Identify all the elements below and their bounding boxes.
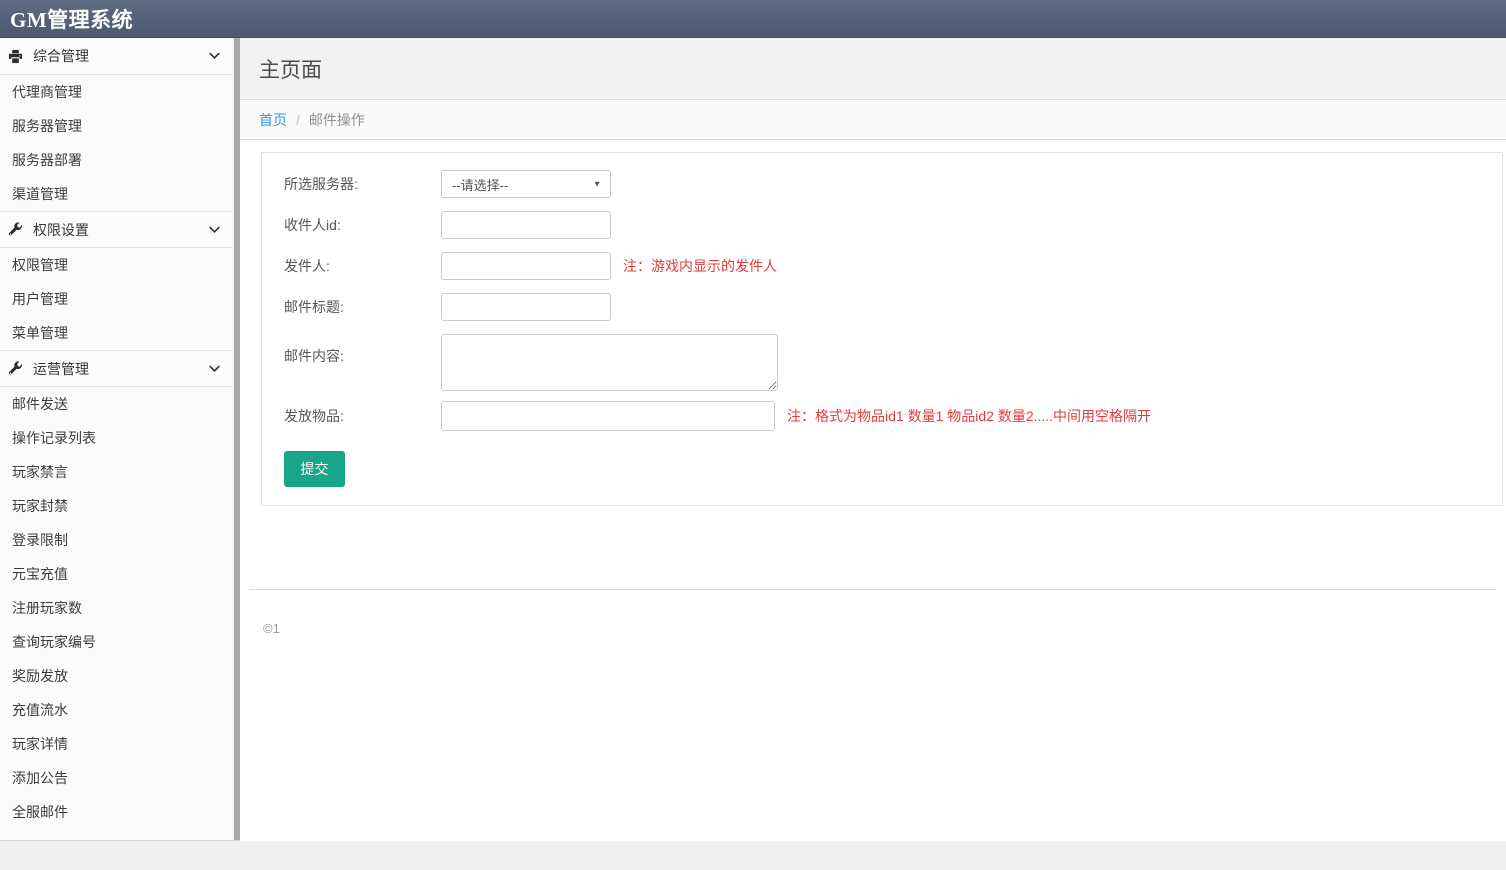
sender-label: 发件人: bbox=[284, 256, 441, 276]
print-icon bbox=[8, 49, 23, 64]
sidebar-item[interactable]: 全服邮件 bbox=[0, 795, 232, 829]
mail-title-label: 邮件标题: bbox=[284, 297, 441, 317]
main-area: 主页面 首页 / 邮件操作 所选服务器: --请选择-- ▼ 收件人id: 发件人: 注：… bbox=[240, 38, 1506, 841]
sidebar-item[interactable]: 操作记录列表 bbox=[0, 421, 232, 455]
form-rows: 所选服务器: --请选择-- ▼ 收件人id: 发件人: 注：游戏内显示的发件人邮件标题:… bbox=[284, 170, 1502, 431]
topbar: GM管理系统 bbox=[0, 0, 1506, 38]
form-row-grant-items: 发放物品: 注：格式为物品id1 数量1 物品id2 数量2.....中间用空格隔… bbox=[284, 401, 1502, 431]
page-header: 主页面 bbox=[240, 38, 1506, 100]
form-row-mail-title: 邮件标题: bbox=[284, 293, 1502, 321]
sidebar-scrollbar[interactable] bbox=[233, 38, 240, 840]
sidebar-section-header[interactable]: 权限设置 bbox=[0, 211, 232, 248]
receiver-id-label: 收件人id: bbox=[284, 215, 441, 235]
sender-note: 注：游戏内显示的发件人 bbox=[623, 256, 777, 276]
sidebar-section-items: 代理商管理服务器管理服务器部署渠道管理 bbox=[0, 75, 232, 211]
form-row-receiver-id: 收件人id: bbox=[284, 211, 1502, 239]
main-wrapper: 综合管理代理商管理服务器管理服务器部署渠道管理权限设置权限管理用户管理菜单管理运… bbox=[0, 38, 1506, 841]
grant-items-note: 注：格式为物品id1 数量1 物品id2 数量2.....中间用空格隔开 bbox=[787, 406, 1151, 426]
mail-content-label: 邮件内容: bbox=[284, 334, 441, 366]
breadcrumb-home-link[interactable]: 首页 bbox=[259, 110, 287, 130]
sidebar-item[interactable]: 玩家封禁 bbox=[0, 489, 232, 523]
sidebar-item[interactable]: 用户管理 bbox=[0, 282, 232, 316]
receiver-id[interactable] bbox=[441, 211, 611, 239]
sidebar-item[interactable]: 渠道管理 bbox=[0, 177, 232, 211]
chevron-down-icon bbox=[209, 365, 220, 373]
sidebar-item[interactable]: 邮件发送 bbox=[0, 387, 232, 421]
sidebar-section: 运营管理邮件发送操作记录列表玩家禁言玩家封禁登录限制元宝充值注册玩家数查询玩家编… bbox=[0, 350, 232, 829]
content: 所选服务器: --请选择-- ▼ 收件人id: 发件人: 注：游戏内显示的发件人邮件标题:… bbox=[240, 140, 1506, 506]
sidebar-item[interactable]: 元宝充值 bbox=[0, 557, 232, 591]
sidebar-item[interactable]: 登录限制 bbox=[0, 523, 232, 557]
sidebar-section-items: 权限管理用户管理菜单管理 bbox=[0, 248, 232, 350]
form-row-server-select: 所选服务器: --请选择-- ▼ bbox=[284, 170, 1502, 198]
mail-content[interactable] bbox=[441, 334, 778, 391]
chevron-down-icon bbox=[209, 52, 220, 60]
sidebar-item[interactable]: 注册玩家数 bbox=[0, 591, 232, 625]
sidebar-section: 权限设置权限管理用户管理菜单管理 bbox=[0, 211, 232, 350]
sender[interactable] bbox=[441, 252, 611, 280]
sidebar: 综合管理代理商管理服务器管理服务器部署渠道管理权限设置权限管理用户管理菜单管理运… bbox=[0, 38, 240, 841]
sidebar-section-header[interactable]: 综合管理 bbox=[0, 38, 232, 75]
sidebar-section-items: 邮件发送操作记录列表玩家禁言玩家封禁登录限制元宝充值注册玩家数查询玩家编号奖励发… bbox=[0, 387, 232, 829]
mail-form-panel: 所选服务器: --请选择-- ▼ 收件人id: 发件人: 注：游戏内显示的发件人邮件标题:… bbox=[261, 152, 1503, 506]
sidebar-section-label: 权限设置 bbox=[33, 220, 89, 240]
sidebar-item[interactable]: 玩家禁言 bbox=[0, 455, 232, 489]
chevron-down-icon bbox=[209, 226, 220, 234]
mail-form: 所选服务器: --请选择-- ▼ 收件人id: 发件人: 注：游戏内显示的发件人邮件标题:… bbox=[284, 170, 1502, 487]
wrench-icon bbox=[8, 222, 23, 237]
breadcrumb-current: 邮件操作 bbox=[309, 110, 365, 130]
form-row-mail-content: 邮件内容: bbox=[284, 334, 1502, 391]
breadcrumb-separator: / bbox=[296, 112, 300, 128]
sidebar-section: 综合管理代理商管理服务器管理服务器部署渠道管理 bbox=[0, 38, 232, 211]
sidebar-item[interactable]: 服务器部署 bbox=[0, 143, 232, 177]
sidebar-section-label: 综合管理 bbox=[33, 46, 89, 66]
sidebar-item[interactable]: 服务器管理 bbox=[0, 109, 232, 143]
breadcrumb: 首页 / 邮件操作 bbox=[240, 100, 1506, 140]
grant-items-label: 发放物品: bbox=[284, 406, 441, 426]
sidebar-item[interactable]: 权限管理 bbox=[0, 248, 232, 282]
sidebar-menu: 综合管理代理商管理服务器管理服务器部署渠道管理权限设置权限管理用户管理菜单管理运… bbox=[0, 38, 240, 829]
sidebar-section-label: 运营管理 bbox=[33, 359, 89, 379]
form-row-sender: 发件人: 注：游戏内显示的发件人 bbox=[284, 252, 1502, 280]
page: GM管理系统 综合管理代理商管理服务器管理服务器部署渠道管理权限设置权限管理用户… bbox=[0, 0, 1506, 870]
sidebar-item[interactable]: 查询玩家编号 bbox=[0, 625, 232, 659]
footer-copyright: ©1 bbox=[240, 590, 1506, 636]
sidebar-item[interactable]: 添加公告 bbox=[0, 761, 232, 795]
mail-title[interactable] bbox=[441, 293, 611, 321]
server-select-value: --请选择-- bbox=[452, 175, 508, 194]
sidebar-item[interactable]: 代理商管理 bbox=[0, 75, 232, 109]
server-select[interactable]: --请选择-- ▼ bbox=[441, 170, 611, 198]
sidebar-item[interactable]: 奖励发放 bbox=[0, 659, 232, 693]
caret-down-icon: ▼ bbox=[593, 180, 601, 189]
sidebar-item[interactable]: 充值流水 bbox=[0, 693, 232, 727]
server-select-label: 所选服务器: bbox=[284, 174, 441, 194]
wrench-icon bbox=[8, 361, 23, 376]
grant-items[interactable] bbox=[441, 401, 775, 431]
app-title: GM管理系统 bbox=[10, 4, 133, 34]
submit-button[interactable]: 提交 bbox=[284, 451, 345, 487]
sidebar-section-header[interactable]: 运营管理 bbox=[0, 350, 232, 387]
sidebar-item[interactable]: 菜单管理 bbox=[0, 316, 232, 350]
sidebar-item[interactable]: 玩家详情 bbox=[0, 727, 232, 761]
page-title: 主页面 bbox=[259, 54, 322, 84]
